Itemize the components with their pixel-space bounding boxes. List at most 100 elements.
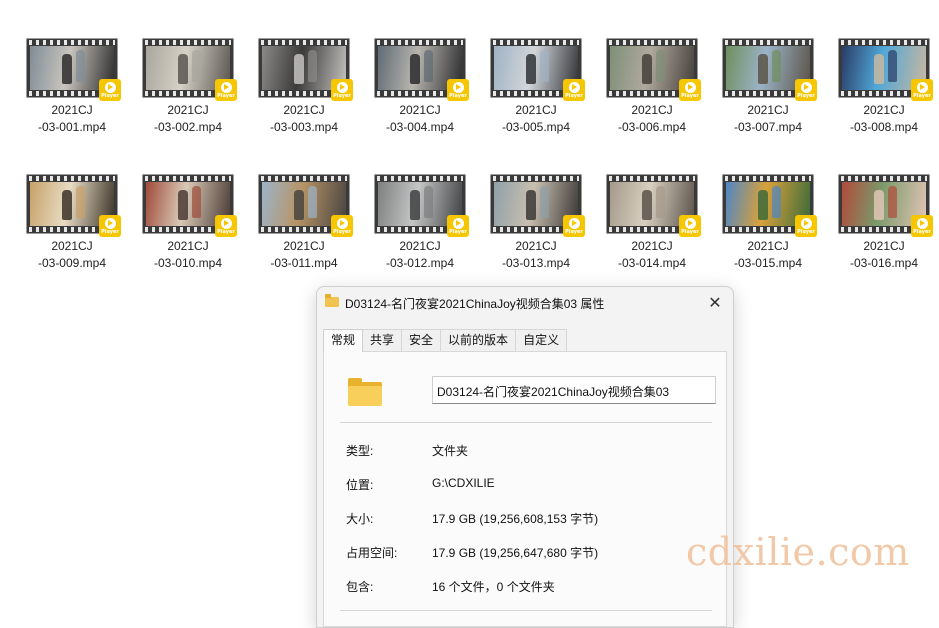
file-name-line: -03-004.mp4 xyxy=(385,120,455,134)
file-item[interactable]: Player 2021CJ -03-009.mp4 xyxy=(14,174,130,310)
film-strip xyxy=(261,40,347,45)
film-strip xyxy=(29,40,115,45)
tab-general[interactable]: 常规 xyxy=(323,329,364,352)
folder-name-field[interactable]: D03124-名门夜宴2021ChinaJoy视频合集03 xyxy=(432,376,716,404)
field-value: 17.9 GB (19,256,608,153 字节) xyxy=(432,512,599,526)
file-name-line: -03-012.mp4 xyxy=(385,256,455,270)
field-label: 占用空间: xyxy=(346,546,398,560)
tab-sharing[interactable]: 共享 xyxy=(362,329,403,351)
film-strip xyxy=(725,40,811,45)
player-icon: Player xyxy=(679,79,701,101)
file-item[interactable]: Player 2021CJ -03-006.mp4 xyxy=(594,38,710,174)
file-name: 2021CJ -03-014.mp4 xyxy=(596,238,708,272)
film-strip xyxy=(145,40,231,45)
file-name-line: 2021CJ xyxy=(747,239,789,253)
tab-security[interactable]: 安全 xyxy=(401,329,442,351)
video-thumbnail: Player xyxy=(606,174,701,237)
file-name: 2021CJ -03-015.mp4 xyxy=(712,238,824,272)
player-icon: Player xyxy=(795,79,817,101)
file-item[interactable]: Player 2021CJ -03-005.mp4 xyxy=(478,38,594,174)
file-name-line: -03-001.mp4 xyxy=(37,120,107,134)
video-thumbnail: Player xyxy=(490,38,585,101)
video-thumbnail: Player xyxy=(258,38,353,101)
file-name: 2021CJ -03-012.mp4 xyxy=(364,238,476,272)
field-value: G:\CDXILIE xyxy=(432,476,495,490)
film-strip xyxy=(493,40,579,45)
player-icon: Player xyxy=(331,79,353,101)
file-name-line: -03-013.mp4 xyxy=(501,256,571,270)
file-name-line: -03-009.mp4 xyxy=(37,256,107,270)
file-name-line: 2021CJ xyxy=(631,103,673,117)
file-name: 2021CJ -03-009.mp4 xyxy=(16,238,128,272)
file-name-line: 2021CJ xyxy=(51,239,93,253)
video-thumbnail: Player xyxy=(258,174,353,237)
file-name-line: 2021CJ xyxy=(283,239,325,253)
file-name-line: 2021CJ xyxy=(863,239,905,253)
file-item[interactable]: Player 2021CJ -03-002.mp4 xyxy=(130,38,246,174)
file-name-line: -03-014.mp4 xyxy=(617,256,687,270)
file-name: 2021CJ -03-016.mp4 xyxy=(828,238,939,272)
file-name-line: 2021CJ xyxy=(167,239,209,253)
file-item[interactable]: Player 2021CJ -03-008.mp4 xyxy=(826,38,939,174)
player-icon: Player xyxy=(99,215,121,237)
file-name-line: -03-003.mp4 xyxy=(269,120,339,134)
file-item[interactable]: Player 2021CJ -03-004.mp4 xyxy=(362,38,478,174)
video-thumbnail: Player xyxy=(838,174,933,237)
file-name-line: -03-016.mp4 xyxy=(849,256,919,270)
field-label: 类型: xyxy=(346,444,374,458)
player-icon: Player xyxy=(215,79,237,101)
file-name-line: -03-008.mp4 xyxy=(849,120,919,134)
player-icon: Player xyxy=(563,79,585,101)
video-thumbnail: Player xyxy=(374,174,469,237)
film-strip xyxy=(841,176,927,181)
general-panel: D03124-名门夜宴2021ChinaJoy视频合集03 类型: 文件夹 位置… xyxy=(323,351,727,627)
video-thumbnail: Player xyxy=(722,174,817,237)
close-icon: ✕ xyxy=(708,293,722,312)
file-name-line: 2021CJ xyxy=(863,103,905,117)
file-name: 2021CJ -03-002.mp4 xyxy=(132,102,244,136)
video-thumbnail: Player xyxy=(722,38,817,101)
file-name: 2021CJ -03-010.mp4 xyxy=(132,238,244,272)
file-name-line: -03-011.mp4 xyxy=(270,256,338,270)
file-item[interactable]: Player 2021CJ -03-001.mp4 xyxy=(14,38,130,174)
video-thumbnail: Player xyxy=(26,38,121,101)
film-strip xyxy=(377,40,463,45)
player-icon: Player xyxy=(331,215,353,237)
film-strip xyxy=(145,176,231,181)
tab-bar: 常规 共享 安全 以前的版本 自定义 xyxy=(323,329,568,352)
folder-icon xyxy=(348,378,382,406)
file-name: 2021CJ -03-004.mp4 xyxy=(364,102,476,136)
file-item[interactable]: Player 2021CJ -03-016.mp4 xyxy=(826,174,939,310)
divider xyxy=(340,422,712,423)
tab-previous-versions[interactable]: 以前的版本 xyxy=(440,329,517,351)
file-item[interactable]: Player 2021CJ -03-007.mp4 xyxy=(710,38,826,174)
file-name: 2021CJ -03-001.mp4 xyxy=(16,102,128,136)
file-name-line: 2021CJ xyxy=(399,103,441,117)
file-name: 2021CJ -03-005.mp4 xyxy=(480,102,592,136)
film-strip xyxy=(609,40,695,45)
field-value: 文件夹 xyxy=(432,444,469,458)
player-icon: Player xyxy=(447,215,469,237)
file-name-line: -03-002.mp4 xyxy=(153,120,223,134)
tab-customize[interactable]: 自定义 xyxy=(515,329,568,351)
properties-dialog: D03124-名门夜宴2021ChinaJoy视频合集03 属性 ✕ 常规 共享… xyxy=(316,286,734,628)
field-value: 17.9 GB (19,256,647,680 字节) xyxy=(432,546,599,560)
video-thumbnail: Player xyxy=(490,174,585,237)
video-thumbnail: Player xyxy=(26,174,121,237)
folder-icon xyxy=(325,294,339,307)
video-thumbnail: Player xyxy=(838,38,933,101)
film-strip xyxy=(493,176,579,181)
file-name-line: 2021CJ xyxy=(631,239,673,253)
film-strip xyxy=(29,176,115,181)
file-name: 2021CJ -03-013.mp4 xyxy=(480,238,592,272)
file-item[interactable]: Player 2021CJ -03-003.mp4 xyxy=(246,38,362,174)
field-label: 包含: xyxy=(346,580,374,594)
dialog-titlebar[interactable]: D03124-名门夜宴2021ChinaJoy视频合集03 属性 ✕ xyxy=(317,287,733,319)
video-thumbnail: Player xyxy=(142,174,237,237)
close-button[interactable]: ✕ xyxy=(703,291,727,315)
file-name: 2021CJ -03-008.mp4 xyxy=(828,102,939,136)
player-icon: Player xyxy=(563,215,585,237)
file-item[interactable]: Player 2021CJ -03-010.mp4 xyxy=(130,174,246,310)
field-label: 大小: xyxy=(346,512,374,526)
field-value: 16 个文件，0 个文件夹 xyxy=(432,580,555,594)
